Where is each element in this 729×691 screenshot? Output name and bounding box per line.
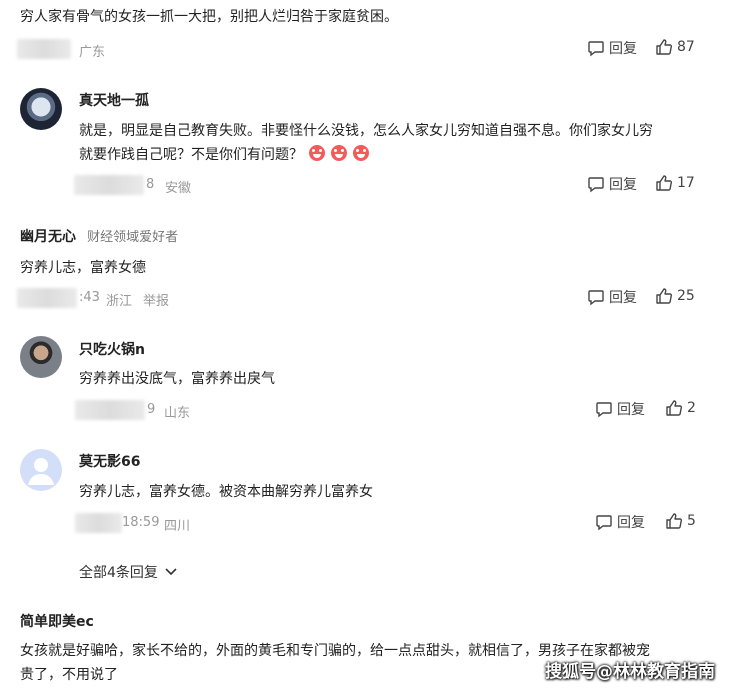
blurred-timestamp (17, 288, 77, 308)
reply-button[interactable]: 回复 (587, 287, 637, 307)
watermark: 搜狐号@林林教育指南 (545, 662, 715, 682)
avatar[interactable] (20, 449, 62, 491)
thumbs-up-icon (665, 399, 683, 417)
reply-label: 回复 (609, 41, 637, 57)
user-tag: 财经领域爱好者 (87, 230, 179, 245)
username[interactable]: 只吃火锅n (79, 339, 145, 359)
comment-location: 安徽 (165, 181, 192, 196)
comment-location: 山东 (164, 406, 191, 421)
expand-replies-label: 全部4条回复 (79, 565, 158, 581)
username[interactable]: 莫无影66 (79, 451, 140, 471)
reply-label: 回复 (609, 290, 637, 306)
comment-text: 穷养儿志，富养女德 (20, 260, 146, 276)
expand-replies-button[interactable]: 全部4条回复 (79, 562, 178, 582)
like-button[interactable]: 17 (655, 174, 695, 192)
comment-time: 8 (146, 177, 155, 192)
laughing-emoji-icon (309, 145, 325, 161)
reply-icon (587, 175, 605, 193)
comment-header: 幽月无心 财经领域爱好者 (20, 226, 178, 246)
reply-label: 回复 (617, 515, 645, 531)
reply-label: 回复 (609, 177, 637, 193)
comment-time: 18:59 (122, 515, 160, 530)
like-button[interactable]: 25 (655, 287, 695, 305)
comment-location: 广东 (79, 45, 106, 60)
thumbs-up-icon (655, 174, 673, 192)
reply-icon (587, 39, 605, 57)
thumbs-up-icon (655, 287, 673, 305)
thumbs-up-icon (665, 512, 683, 530)
avatar[interactable] (20, 336, 62, 378)
reply-button[interactable]: 回复 (587, 38, 637, 58)
like-count: 25 (677, 288, 695, 304)
like-count: 17 (677, 175, 695, 191)
reply-icon (587, 288, 605, 306)
reply-button[interactable]: 回复 (595, 399, 645, 419)
like-count: 87 (677, 39, 695, 55)
like-button[interactable]: 2 (665, 399, 696, 417)
comment-location: 四川 (164, 519, 191, 534)
blurred-timestamp (17, 39, 71, 59)
comment-text: 穷养儿志，富养女德。被资本曲解穷养儿富养女 (79, 484, 373, 500)
username[interactable]: 真天地一孤 (79, 90, 149, 110)
username[interactable]: 幽月无心 (20, 229, 76, 245)
blurred-timestamp (75, 513, 122, 533)
blurred-timestamp (74, 175, 144, 195)
comment-text: 穷养养出没底气，富养养出戾气 (79, 371, 275, 387)
comment-text-line: 就要作践自己呢？不是你们有问题？ (79, 143, 369, 167)
report-link[interactable]: 举报 (143, 290, 169, 309)
reply-label: 回复 (617, 402, 645, 418)
like-button[interactable]: 87 (655, 38, 695, 56)
reply-button[interactable]: 回复 (595, 512, 645, 532)
comment-text-segment: 就要作践自己呢？不是你们有问题？ (79, 147, 303, 163)
reply-icon (595, 400, 613, 418)
reply-button[interactable]: 回复 (587, 174, 637, 194)
blurred-timestamp (75, 400, 145, 420)
default-user-icon (28, 458, 54, 485)
reply-icon (595, 513, 613, 531)
comment-location: 浙江 (106, 294, 133, 309)
comment-time: 9 (147, 402, 156, 417)
like-button[interactable]: 5 (665, 512, 696, 530)
comment-text-line: 就是，明显是自己教育失败。非要怪什么没钱，怎么人家女儿穷知道自强不息。你们家女儿… (79, 123, 653, 139)
username[interactable]: 简单即美ec (20, 611, 94, 631)
comment-text: 穷人家有骨气的女孩一抓一大把，别把人烂归咎于家庭贫困。 (20, 9, 398, 25)
avatar[interactable] (20, 88, 62, 130)
like-count: 5 (687, 513, 696, 529)
laughing-emoji-icon (353, 145, 369, 161)
chevron-down-icon (164, 567, 178, 577)
like-count: 2 (687, 400, 696, 416)
laughing-emoji-icon (331, 145, 347, 161)
comment-text-line: 贵了，不用说了 (20, 667, 118, 683)
thumbs-up-icon (655, 38, 673, 56)
comment-time: :43 (79, 290, 100, 305)
